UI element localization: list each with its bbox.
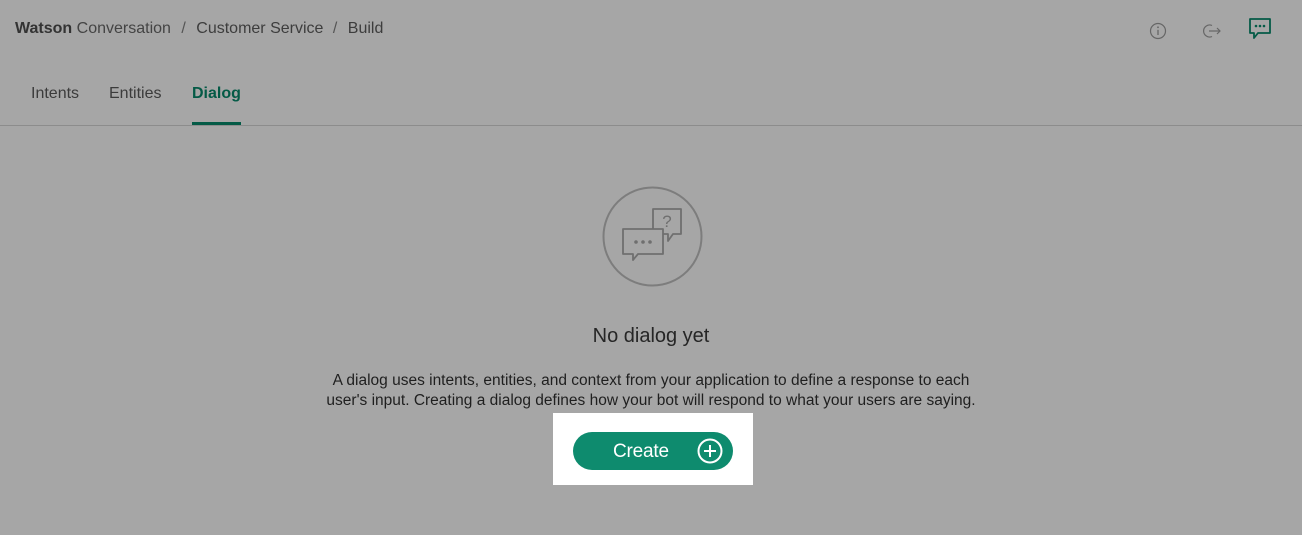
- create-button-highlight: Create: [553, 413, 753, 485]
- top-bar: Watson Conversation / Customer Service /…: [0, 0, 1302, 60]
- svg-text:?: ?: [662, 212, 671, 231]
- breadcrumb-page: Build: [347, 20, 384, 37]
- create-button-label: Create: [613, 441, 669, 462]
- breadcrumb-separator: /: [332, 20, 338, 37]
- plus-circle-icon: [697, 438, 723, 464]
- empty-state: ? No dialog yet A dialog uses intents, e…: [0, 126, 1302, 535]
- breadcrumb-workspace[interactable]: Customer Service: [196, 20, 323, 37]
- breadcrumb-separator: /: [181, 20, 186, 37]
- empty-state-description: A dialog uses intents, entities, and con…: [0, 371, 1302, 411]
- create-button[interactable]: Create: [573, 432, 733, 470]
- info-icon[interactable]: [1145, 18, 1171, 44]
- tab-bar: Intents Entities Dialog: [0, 60, 1302, 126]
- breadcrumb: Watson Conversation / Customer Service /…: [15, 20, 383, 38]
- chat-bubbles-icon: ?: [602, 186, 703, 287]
- empty-state-heading: No dialog yet: [592, 325, 710, 347]
- description-line: user's input. Creating a dialog defines …: [326, 392, 976, 409]
- tab-entities[interactable]: Entities: [109, 85, 161, 125]
- chat-icon[interactable]: [1247, 16, 1273, 42]
- logout-icon[interactable]: [1200, 18, 1226, 44]
- product-name: Conversation: [76, 20, 171, 37]
- tab-intents[interactable]: Intents: [31, 85, 79, 125]
- brand-name: Watson: [15, 20, 73, 37]
- description-line: A dialog uses intents, entities, and con…: [332, 372, 970, 389]
- tab-dialog[interactable]: Dialog: [192, 85, 241, 125]
